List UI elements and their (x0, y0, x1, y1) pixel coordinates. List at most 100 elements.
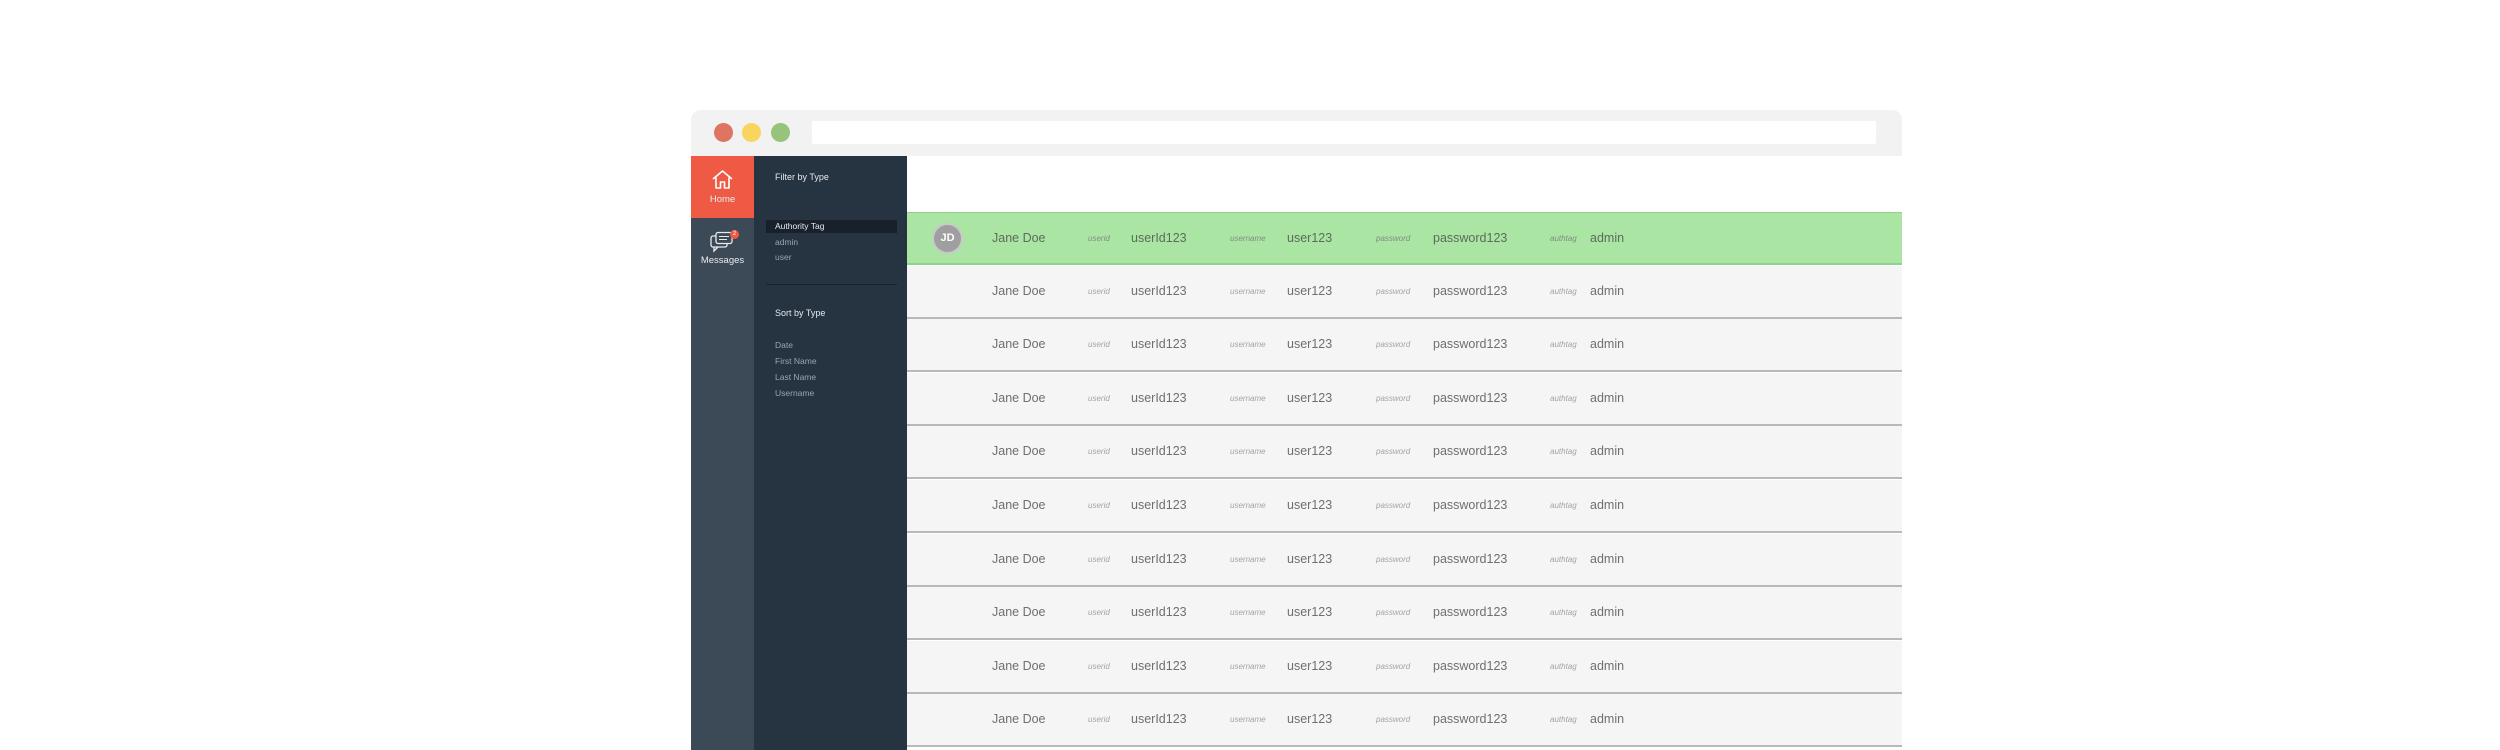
authtag-label: authtag (1550, 715, 1577, 724)
address-bar[interactable] (812, 121, 1876, 144)
minimize-window-button[interactable] (742, 123, 761, 142)
authtag-label: authtag (1550, 447, 1577, 456)
user-row[interactable]: Jane Doe userid userId123 username user123 pa… (907, 266, 1902, 319)
authtag-value: admin (1590, 498, 1625, 512)
username-label: username (1230, 287, 1266, 296)
username-value: user123 (1287, 337, 1333, 351)
nav-home-label: Home (709, 194, 736, 205)
authtag-label: authtag (1550, 394, 1577, 403)
userid-value: userId123 (1131, 391, 1187, 405)
userid-value: userId123 (1131, 659, 1187, 673)
userid-label: userid (1088, 447, 1110, 456)
authtag-value: admin (1590, 391, 1625, 405)
userid-value: userId123 (1131, 444, 1187, 458)
avatar: JD (932, 223, 963, 254)
authtag-value: admin (1590, 712, 1625, 726)
username-value: user123 (1287, 391, 1333, 405)
password-label: password (1376, 715, 1411, 724)
password-value: password123 (1433, 284, 1508, 298)
authtag-value: admin (1590, 605, 1625, 619)
username-label: username (1230, 662, 1266, 671)
userid-value: userId123 (1131, 605, 1187, 619)
user-name: Jane Doe (992, 498, 1046, 512)
nav-home[interactable]: Home (691, 156, 754, 218)
userid-label: userid (1088, 715, 1110, 724)
filter-option-authority-tag[interactable]: Authority Tag (766, 220, 897, 233)
username-value: user123 (1287, 605, 1333, 619)
sort-option-username[interactable]: Username (775, 388, 814, 398)
username-value: user123 (1287, 284, 1333, 298)
panel-divider (766, 284, 897, 285)
filter-option-user[interactable]: user (775, 252, 792, 262)
username-value: user123 (1287, 659, 1333, 673)
username-label: username (1230, 234, 1266, 243)
authtag-label: authtag (1550, 555, 1577, 564)
username-value: user123 (1287, 498, 1333, 512)
user-name: Jane Doe (992, 284, 1046, 298)
password-value: password123 (1433, 552, 1508, 566)
password-value: password123 (1433, 712, 1508, 726)
username-value: user123 (1287, 231, 1333, 245)
authtag-value: admin (1590, 284, 1625, 298)
user-row[interactable]: Jane Doe userid userId123 username user123 pa… (907, 534, 1902, 587)
password-label: password (1376, 662, 1411, 671)
browser-window: Home 2 Messages Filter by Type Authority… (691, 110, 1902, 750)
password-label: password (1376, 340, 1411, 349)
user-row[interactable]: Jane Doe userid userId123 username user123 pa… (907, 694, 1902, 747)
userid-value: userId123 (1131, 231, 1187, 245)
user-row[interactable]: Jane Doe userid userId123 username user123 pa… (907, 319, 1902, 372)
userid-label: userid (1088, 662, 1110, 671)
password-label: password (1376, 608, 1411, 617)
filter-heading: Filter by Type (775, 172, 829, 182)
userid-label: userid (1088, 340, 1110, 349)
user-name: Jane Doe (992, 337, 1046, 351)
app-content: Home 2 Messages Filter by Type Authority… (691, 156, 1902, 750)
user-name: Jane Doe (992, 712, 1046, 726)
authtag-value: admin (1590, 659, 1625, 673)
nav-messages[interactable]: 2 Messages (691, 230, 754, 274)
userid-value: userId123 (1131, 498, 1187, 512)
authtag-label: authtag (1550, 340, 1577, 349)
authtag-value: admin (1590, 552, 1625, 566)
username-value: user123 (1287, 444, 1333, 458)
password-value: password123 (1433, 231, 1508, 245)
userid-value: userId123 (1131, 284, 1187, 298)
password-label: password (1376, 501, 1411, 510)
username-label: username (1230, 394, 1266, 403)
username-label: username (1230, 715, 1266, 724)
authtag-value: admin (1590, 337, 1625, 351)
user-name: Jane Doe (992, 231, 1046, 245)
user-row[interactable]: Jane Doe userid userId123 username user123 pa… (907, 426, 1902, 479)
password-value: password123 (1433, 659, 1508, 673)
authtag-label: authtag (1550, 608, 1577, 617)
username-label: username (1230, 555, 1266, 564)
user-name: Jane Doe (992, 391, 1046, 405)
authtag-value: admin (1590, 444, 1625, 458)
userid-value: userId123 (1131, 337, 1187, 351)
user-row[interactable]: JD Jane Doe userid userId123 username user123… (907, 212, 1902, 265)
authtag-label: authtag (1550, 662, 1577, 671)
user-row[interactable]: Jane Doe userid userId123 username user123 pa… (907, 373, 1902, 426)
username-label: username (1230, 608, 1266, 617)
maximize-window-button[interactable] (771, 123, 790, 142)
password-label: password (1376, 287, 1411, 296)
user-row[interactable]: Jane Doe userid userId123 username user123 pa… (907, 480, 1902, 533)
username-value: user123 (1287, 552, 1333, 566)
user-name: Jane Doe (992, 605, 1046, 619)
userid-label: userid (1088, 608, 1110, 617)
userid-label: userid (1088, 234, 1110, 243)
browser-titlebar (691, 110, 1902, 156)
authtag-label: authtag (1550, 287, 1577, 296)
username-label: username (1230, 447, 1266, 456)
sort-option-first-name[interactable]: First Name (775, 356, 817, 366)
user-row[interactable]: Jane Doe userid userId123 username user123 pa… (907, 641, 1902, 694)
password-value: password123 (1433, 605, 1508, 619)
nav-messages-label: Messages (700, 255, 745, 266)
sort-option-last-name[interactable]: Last Name (775, 372, 816, 382)
close-window-button[interactable] (714, 123, 733, 142)
filter-option-admin[interactable]: admin (775, 237, 798, 247)
userid-value: userId123 (1131, 712, 1187, 726)
username-label: username (1230, 340, 1266, 349)
sort-option-date[interactable]: Date (775, 340, 793, 350)
user-row[interactable]: Jane Doe userid userId123 username user123 pa… (907, 587, 1902, 640)
